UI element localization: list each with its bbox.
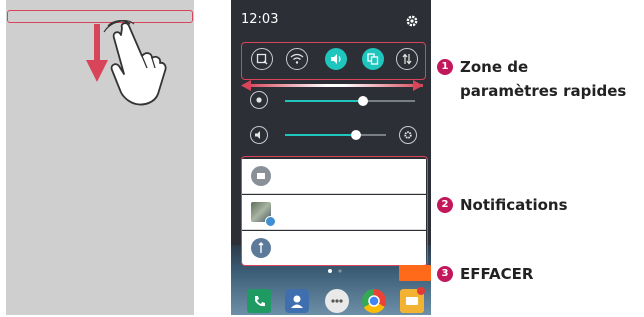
callout-quick-settings-subtitle: paramètres rapides	[460, 82, 627, 100]
arrow-right-icon	[413, 80, 423, 91]
callout-badge-1: 1	[437, 59, 453, 75]
app-drawer-icon[interactable]	[325, 289, 349, 313]
hand-pointer-icon	[103, 20, 167, 106]
sound-toggle[interactable]	[325, 48, 347, 70]
status-time: 12:03	[241, 12, 279, 27]
callout-badge-2: 2	[437, 197, 453, 213]
volume-track-filled	[285, 134, 356, 136]
page-indicator	[328, 269, 342, 273]
callout-clear-title: EFFACER	[460, 265, 534, 283]
brightness-slider-knob[interactable]	[358, 96, 368, 106]
contacts-app-icon[interactable]	[285, 289, 309, 313]
clear-button[interactable]	[399, 265, 431, 281]
callout-notifications-title: Notifications	[460, 196, 568, 214]
notifications-area	[241, 156, 428, 266]
photo-badge-icon	[265, 216, 276, 227]
volume-settings-gear-icon[interactable]	[399, 126, 417, 144]
data-transfer-toggle[interactable]	[396, 48, 418, 70]
brightness-track	[362, 100, 415, 102]
copy-icon	[367, 53, 379, 65]
usb-notification-icon	[251, 238, 271, 258]
screen-capture-icon	[256, 53, 268, 65]
wifi-icon	[290, 53, 304, 64]
notification-item[interactable]	[242, 195, 426, 230]
callout-badge-3: 3	[437, 266, 453, 282]
message-notification-icon	[251, 166, 271, 186]
arrow-left-icon	[241, 80, 251, 91]
wifi-toggle[interactable]	[286, 48, 308, 70]
scroll-indicator-line	[247, 84, 423, 87]
screen-capture-toggle[interactable]	[251, 48, 273, 70]
unread-badge	[417, 287, 425, 295]
brightness-icon	[250, 91, 268, 109]
copy-toggle[interactable]	[362, 48, 384, 70]
volume-icon	[250, 126, 268, 144]
data-transfer-icon	[402, 53, 412, 65]
phone-app-icon[interactable]	[247, 289, 271, 313]
settings-gear-icon[interactable]	[405, 14, 419, 28]
brightness-track-filled	[285, 100, 362, 102]
sound-icon	[331, 54, 341, 64]
volume-slider-knob[interactable]	[351, 130, 361, 140]
chrome-app-icon[interactable]	[362, 289, 386, 313]
notification-item[interactable]	[242, 159, 426, 194]
callout-quick-settings-title: Zone de	[460, 58, 529, 76]
notification-item[interactable]	[242, 231, 426, 265]
